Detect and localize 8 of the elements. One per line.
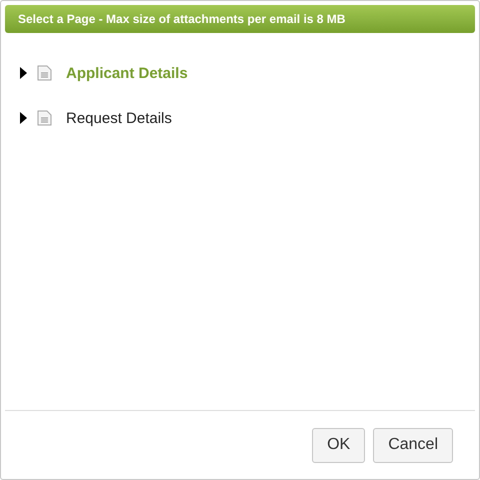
tree-item[interactable]: Request Details [66,110,172,126]
ok-button[interactable]: OK [312,428,366,462]
dialog-title: Select a Page - Max size of attachments per email is 8 MB [5,5,475,33]
cancel-button[interactable]: Cancel [373,428,453,462]
caret-right-icon[interactable] [20,67,27,79]
caret-right-icon[interactable] [20,112,27,124]
document-icon [37,65,52,81]
document-icon [37,110,52,126]
